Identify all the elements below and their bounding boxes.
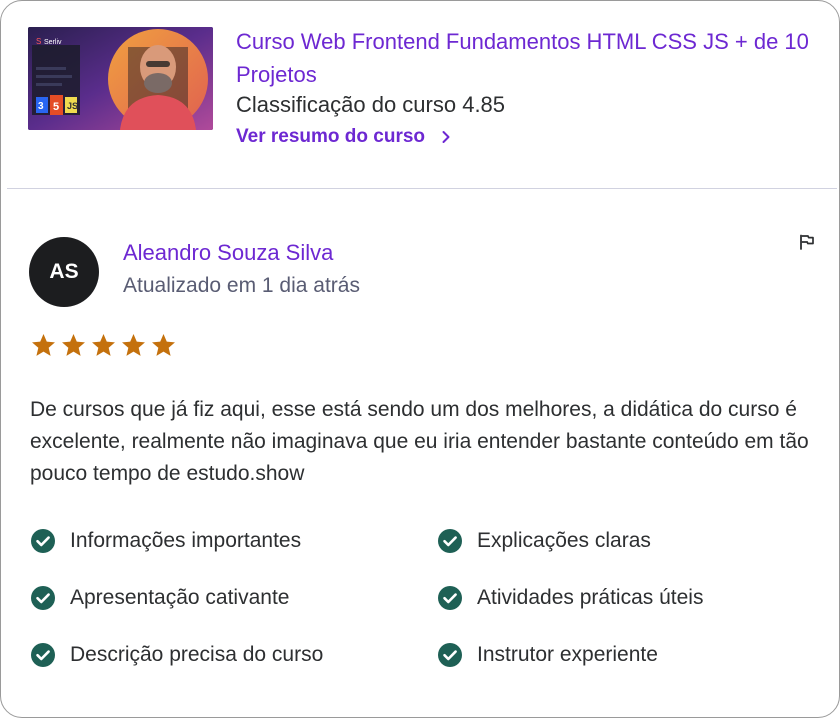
star-icon bbox=[62, 334, 85, 356]
star-rating bbox=[30, 332, 177, 359]
tag-item: Descrição precisa do curso bbox=[30, 640, 323, 670]
star-icon bbox=[92, 334, 115, 356]
tag-label: Atividades práticas úteis bbox=[477, 586, 704, 609]
star-icon bbox=[152, 334, 175, 356]
tag-item: Explicações claras bbox=[437, 526, 651, 556]
report-review-button[interactable] bbox=[795, 230, 819, 254]
tag-label: Explicações claras bbox=[477, 529, 651, 552]
check-circle-icon bbox=[31, 643, 55, 667]
star-icon bbox=[122, 334, 145, 356]
tag-label: Instrutor experiente bbox=[477, 643, 658, 666]
tag-label: Informações importantes bbox=[70, 529, 302, 552]
review-card: S Serliv 3 5 JS Curso Web Frontend Funda… bbox=[0, 0, 840, 718]
check-circle-icon bbox=[438, 586, 462, 610]
check-circle-icon bbox=[438, 529, 462, 553]
course-summary: S Serliv 3 5 JS Curso Web Frontend Funda… bbox=[28, 27, 818, 157]
check-circle-icon bbox=[31, 529, 55, 553]
tag-item: Informações importantes bbox=[30, 526, 301, 556]
chevron-right-icon bbox=[442, 131, 450, 143]
course-title-link[interactable]: Curso Web Frontend Fundamentos HTML CSS … bbox=[236, 25, 816, 91]
review-text: De cursos que já fiz aqui, esse está sen… bbox=[30, 398, 809, 485]
divider bbox=[7, 188, 837, 189]
flag-icon bbox=[800, 234, 814, 250]
svg-text:5: 5 bbox=[53, 101, 59, 113]
tag-label: Descrição precisa do curso bbox=[70, 643, 324, 666]
svg-text:JS: JS bbox=[67, 101, 78, 111]
view-course-summary-label: Ver resumo do curso bbox=[236, 126, 426, 147]
svg-text:S: S bbox=[36, 37, 41, 46]
course-thumbnail[interactable]: S Serliv 3 5 JS bbox=[28, 27, 213, 130]
svg-text:Serliv: Serliv bbox=[44, 39, 62, 46]
review-date: Atualizado em 1 dia atrás bbox=[123, 274, 360, 297]
tag-item: Instrutor experiente bbox=[437, 640, 658, 670]
check-circle-icon bbox=[31, 586, 55, 610]
svg-text:3: 3 bbox=[38, 101, 44, 112]
tag-label: Apresentação cativante bbox=[70, 586, 290, 609]
instructor-photo: S Serliv 3 5 JS bbox=[28, 27, 213, 130]
tag-item: Atividades práticas úteis bbox=[437, 583, 703, 613]
avatar: AS bbox=[29, 237, 99, 307]
tag-item: Apresentação cativante bbox=[30, 583, 289, 613]
check-circle-icon bbox=[438, 643, 462, 667]
course-rating: Classificação do curso 4.85 bbox=[236, 92, 506, 117]
star-icon bbox=[32, 334, 55, 356]
reviewer-name[interactable]: Aleandro Souza Silva bbox=[123, 239, 333, 267]
view-course-summary-link[interactable]: Ver resumo do curso bbox=[236, 124, 453, 150]
